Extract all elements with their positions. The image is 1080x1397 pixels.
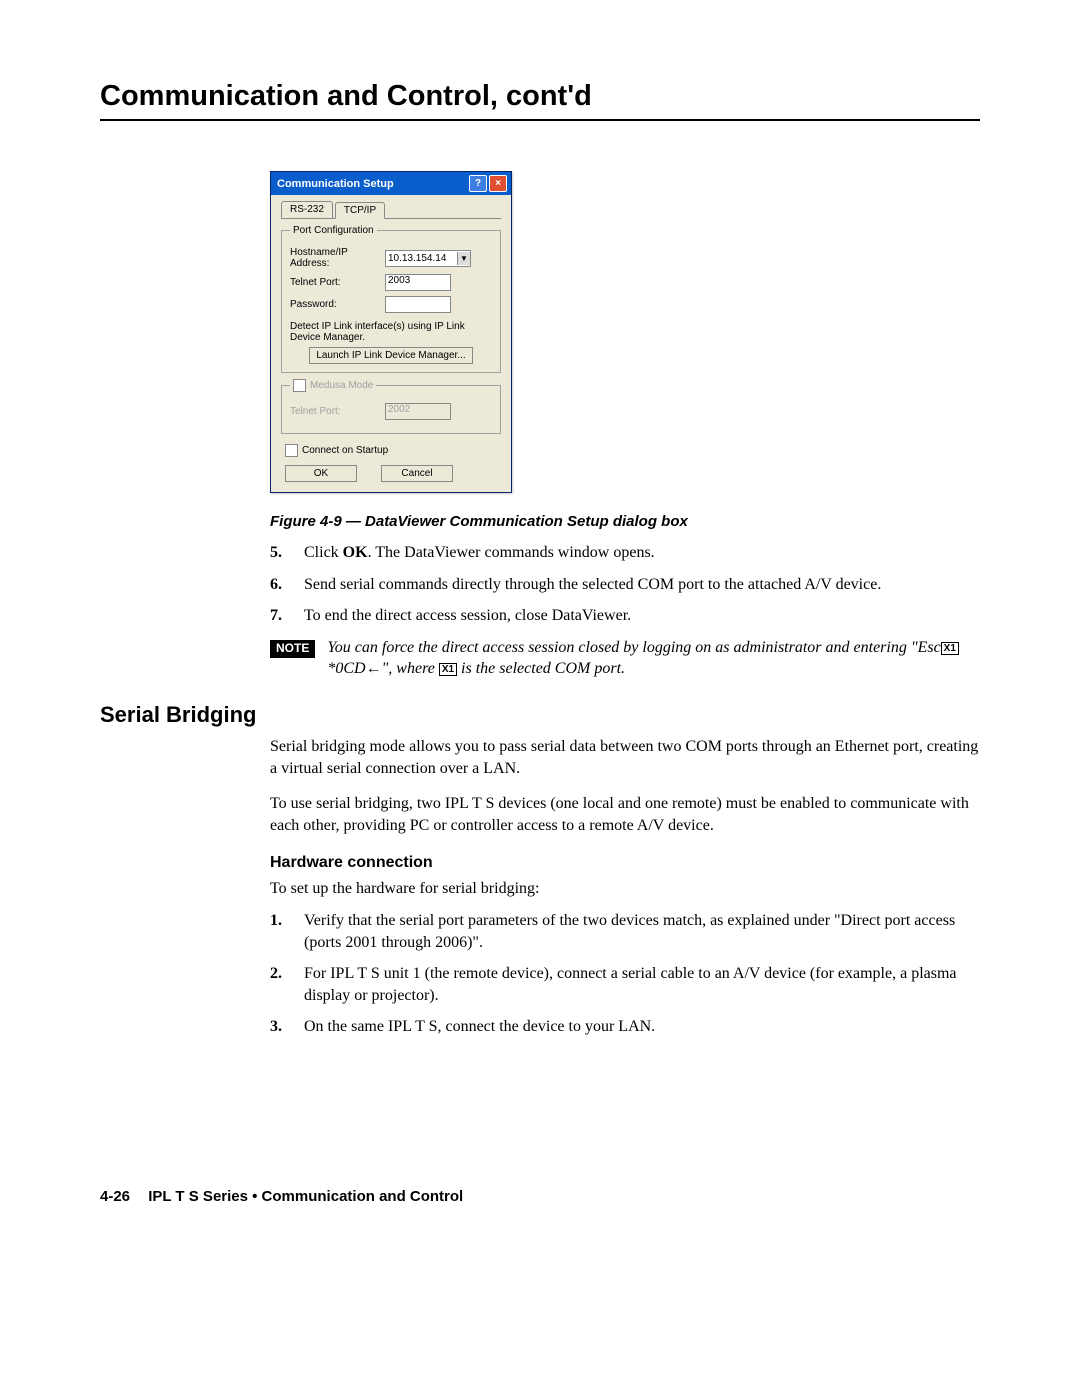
chevron-down-icon[interactable]: ▼ — [457, 252, 470, 265]
figure-caption: Figure 4-9 — DataViewer Communication Se… — [270, 513, 980, 530]
serial-bridging-heading: Serial Bridging — [100, 702, 980, 728]
page-number: 4-26 — [100, 1188, 130, 1205]
x1-icon-2: X1 — [439, 663, 457, 676]
tab-rs232[interactable]: RS-232 — [281, 201, 333, 218]
step-5: 5. Click OK. The DataViewer commands win… — [270, 542, 980, 564]
hw-intro: To set up the hardware for serial bridgi… — [270, 878, 980, 900]
serial-p2: To use serial bridging, two IPL T S devi… — [270, 793, 980, 836]
x1-icon: X1 — [941, 642, 959, 655]
hw-step-1: 1. Verify that the serial port parameter… — [270, 910, 980, 953]
medusa-mode-group: Medusa Mode Telnet Port: 2002 — [281, 379, 501, 434]
step-7: 7. To end the direct access session, clo… — [270, 605, 980, 627]
port-configuration-group: Port Configuration Hostname/IP Address: … — [281, 225, 501, 373]
tabs: RS-232 TCP/IP — [281, 201, 501, 219]
help-icon[interactable]: ? — [469, 175, 487, 192]
hardware-connection-heading: Hardware connection — [270, 854, 980, 872]
password-label: Password: — [290, 299, 385, 310]
hw-step-2: 2. For IPL T S unit 1 (the remote device… — [270, 963, 980, 1006]
medusa-legend: Medusa Mode — [290, 379, 376, 392]
step-6: 6. Send serial commands directly through… — [270, 574, 980, 596]
detect-text: Detect IP Link interface(s) using IP Lin… — [290, 321, 492, 343]
hostname-select[interactable]: 10.13.154.14 ▼ — [385, 250, 471, 267]
hostname-label: Hostname/IP Address: — [290, 247, 385, 269]
page-title: Communication and Control, cont'd — [100, 80, 980, 121]
footer-text: IPL T S Series • Communication and Contr… — [148, 1188, 463, 1205]
communication-setup-dialog: Communication Setup ? × RS-232 TCP/IP Po… — [270, 171, 512, 493]
medusa-telnet-input: 2002 — [385, 403, 451, 420]
telnet-label: Telnet Port: — [290, 277, 385, 288]
serial-p1: Serial bridging mode allows you to pass … — [270, 736, 980, 779]
dialog-title: Communication Setup — [277, 178, 394, 190]
close-icon[interactable]: × — [489, 175, 507, 192]
hostname-value: 10.13.154.14 — [388, 253, 446, 264]
connect-startup-checkbox[interactable] — [285, 444, 298, 457]
password-input[interactable] — [385, 296, 451, 313]
hw-step-3: 3. On the same IPL T S, connect the devi… — [270, 1016, 980, 1038]
launch-device-manager-button[interactable]: Launch IP Link Device Manager... — [309, 347, 472, 364]
dialog-titlebar: Communication Setup ? × — [271, 172, 511, 195]
note-text: You can force the direct access session … — [327, 637, 980, 680]
ok-button[interactable]: OK — [285, 465, 357, 482]
note-block: NOTE You can force the direct access ses… — [270, 637, 980, 680]
tab-tcpip[interactable]: TCP/IP — [335, 202, 385, 219]
connect-startup-label: Connect on Startup — [302, 445, 388, 456]
medusa-checkbox[interactable] — [293, 379, 306, 392]
port-config-legend: Port Configuration — [290, 225, 377, 236]
cancel-button[interactable]: Cancel — [381, 465, 453, 482]
telnet-input[interactable]: 2003 — [385, 274, 451, 291]
note-badge: NOTE — [270, 640, 315, 658]
medusa-telnet-label: Telnet Port: — [290, 406, 385, 417]
page-footer: 4-26 IPL T S Series • Communication and … — [100, 1188, 463, 1205]
